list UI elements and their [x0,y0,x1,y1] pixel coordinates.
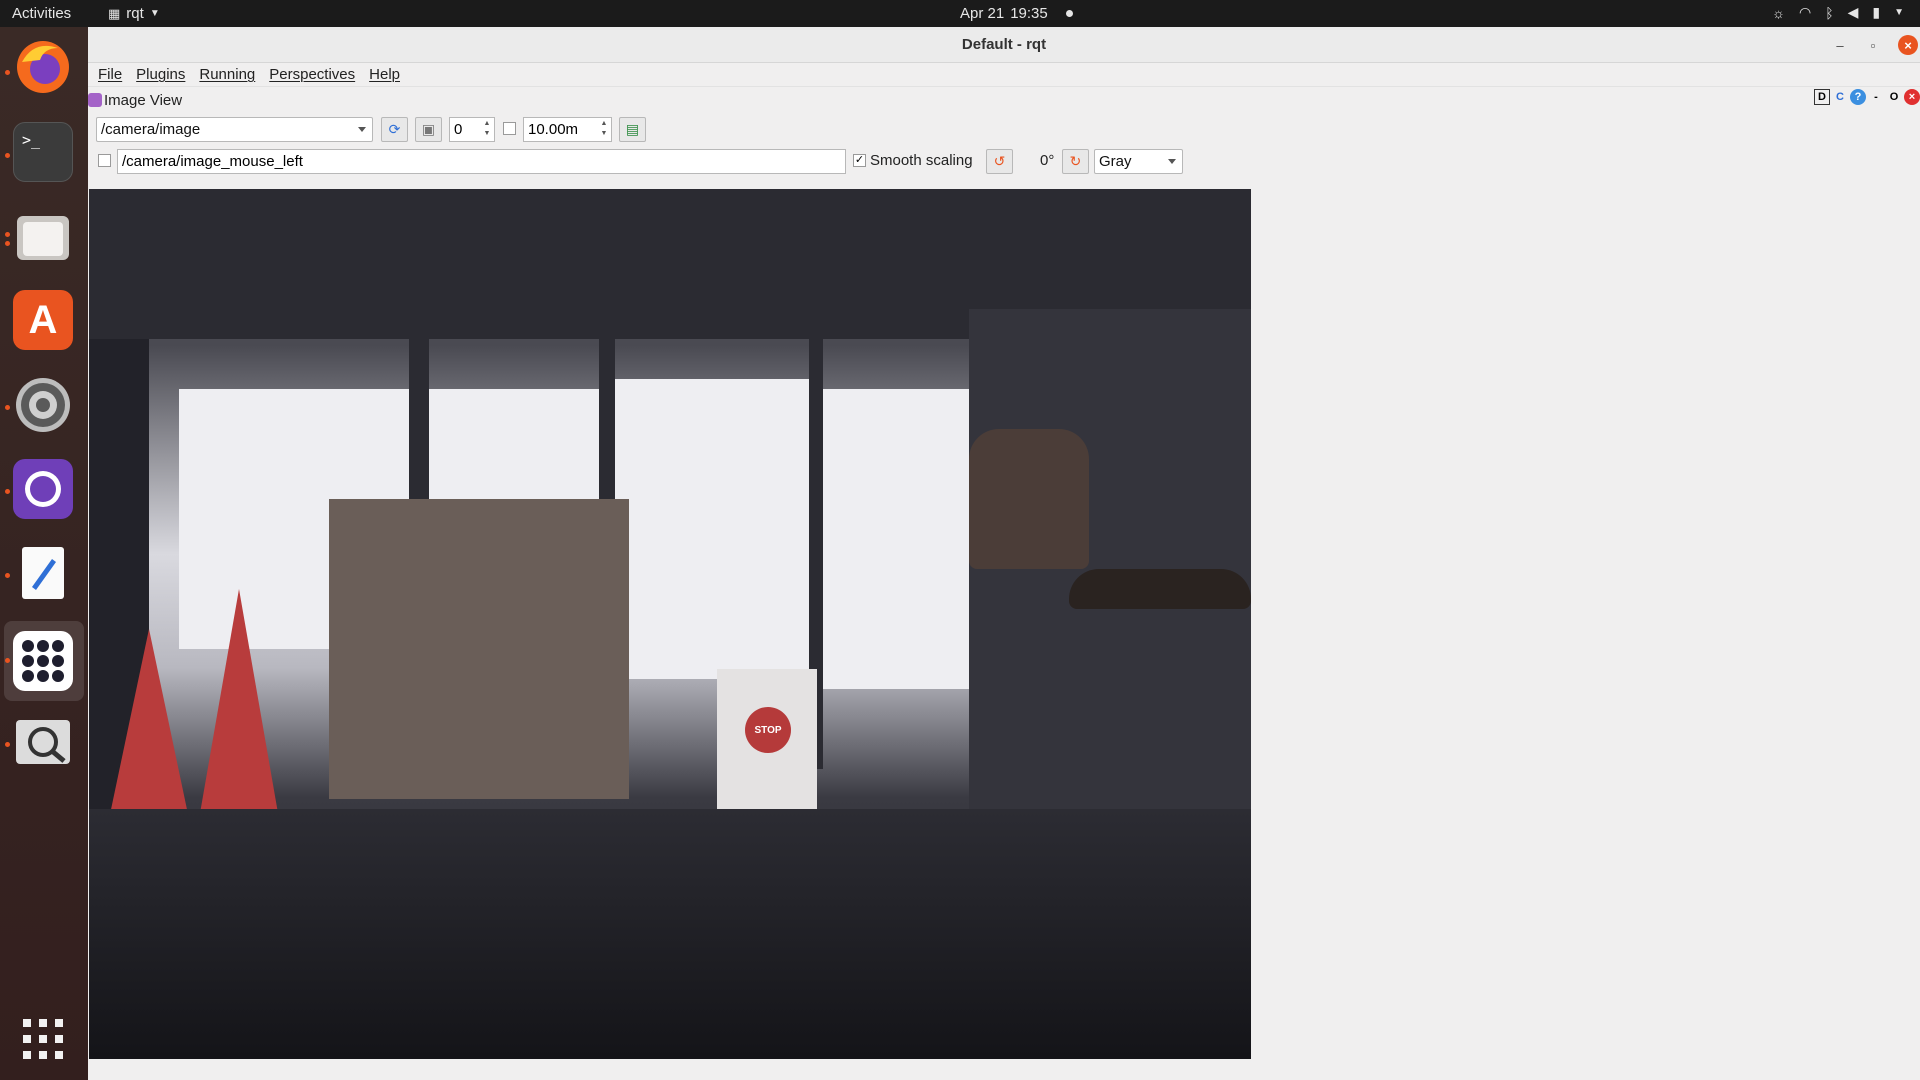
traffic-cone [199,589,279,819]
picture-icon: ▤ [625,121,640,137]
menu-bar: File Plugins Running Perspectives Help [88,63,1920,87]
window-pane [609,379,809,679]
app-menu-label: rqt [126,5,144,22]
image-viewer-icon[interactable] [13,712,73,772]
running-indicator [5,241,10,246]
grid-icon: ▦ [108,5,121,21]
rotate-right-button[interactable]: ↻ [1062,149,1089,174]
files-icon[interactable] [13,206,73,266]
timeout-checkbox[interactable] [503,122,516,135]
chevron-down-icon: ▼ [149,8,160,19]
firefox-icon[interactable] [13,37,73,97]
wifi-icon: ◠ [1798,4,1812,20]
running-indicator [5,573,10,578]
settings-gear-icon[interactable] [13,375,73,435]
running-indicator [5,742,10,747]
duration-spinbox[interactable]: 10.00m ▲ ▼ [523,117,612,142]
spin-arrows-icon[interactable]: ▲ ▼ [599,119,609,140]
chair-back [969,429,1089,569]
running-indicator [5,658,10,663]
smooth-scaling-label: Smooth scaling [870,152,973,169]
menu-running[interactable]: Running [199,66,255,83]
publish-click-checkbox[interactable] [98,154,111,167]
bluetooth-icon: ᛒ [1825,4,1834,21]
save-icon: ▣ [421,121,436,137]
fit-view-button[interactable]: ▤ [619,117,646,142]
menu-perspectives[interactable]: Perspectives [269,66,355,83]
number-spinbox-value: 0 [454,121,463,138]
dock-toggle-button[interactable]: D [1814,89,1830,105]
rotate-left-icon: ↺ [993,153,1006,169]
close-button[interactable]: × [1898,35,1918,55]
notification-dot-icon [1065,10,1073,17]
spin-arrows-icon[interactable]: ▲ ▼ [482,119,492,140]
title-bar[interactable]: Default - rqt – ▫ × [88,27,1920,63]
show-apps-icon[interactable] [13,1009,73,1069]
chevron-down-icon [358,127,366,132]
top-bar: Activities ▦ rqt ▼ Apr 21 19:35 ☼ ◠ ᛒ ◀ … [0,0,1920,27]
number-spinbox[interactable]: 0 ▲ ▼ [449,117,495,142]
rqt-window: Default - rqt – ▫ × File Plugins Running… [88,27,1920,1080]
camera-image-view[interactable]: STOP [89,189,1251,1059]
activities-button[interactable]: Activities [12,5,71,22]
plugin-title: Image View [104,91,183,109]
smooth-scaling-checkbox[interactable]: ✓ [853,154,866,167]
time-label: 19:35 [1010,5,1048,22]
close-plugin-button[interactable]: × [1904,89,1920,105]
volume-icon: ◀ [1847,4,1859,20]
chevron-down-icon [1168,159,1176,164]
system-tray[interactable]: ☼ ◠ ᛒ ◀ ▮ ▼ [1772,4,1904,21]
app-menu[interactable]: ▦ rqt ▼ [108,5,160,22]
image-view-plugin-icon [88,93,102,107]
traffic-cone [109,629,189,819]
app-center-icon[interactable]: A [13,290,73,350]
running-indicator [5,489,10,494]
table-top [1069,569,1251,609]
help-button[interactable]: ? [1850,89,1866,105]
rotate-right-icon: ↻ [1069,153,1082,169]
brightness-icon: ☼ [1772,4,1785,21]
mouse-topic-value: /camera/image_mouse_left [122,153,303,170]
running-indicator [5,405,10,410]
menu-file[interactable]: File [98,66,122,83]
window-pane [819,389,969,689]
save-image-button[interactable]: ▣ [415,117,442,142]
maximize-button[interactable]: ▫ [1863,35,1883,55]
chevron-down-icon: ▼ [1894,7,1904,18]
date-label: Apr 21 [960,5,1005,22]
terminal-icon[interactable]: >_ [13,122,73,182]
plugin-controls: D C ? - O × [1814,89,1920,105]
topic-select-value: /camera/image [101,121,201,138]
refresh-icon: ⟳ [388,121,401,137]
color-scheme-value: Gray [1099,153,1132,170]
rotation-label: 0° [1040,152,1055,169]
github-icon[interactable] [13,459,73,519]
topic-select[interactable]: /camera/image [96,117,373,142]
floor [89,809,1251,1059]
battery-icon: ▮ [1872,4,1881,20]
mouse-topic-field[interactable]: /camera/image_mouse_left [117,149,846,174]
grid-dots-app-icon[interactable] [13,631,73,691]
running-indicator [5,232,10,237]
menu-plugins[interactable]: Plugins [136,66,185,83]
refresh-topics-button[interactable]: ⟳ [381,117,408,142]
stop-sign: STOP [745,707,791,753]
dock: >_ A [0,27,88,1080]
rotate-left-button[interactable]: ↺ [986,149,1013,174]
text-editor-icon[interactable] [13,543,73,603]
plugin-title-bar: Image View [88,89,182,111]
running-indicator [5,70,10,75]
window-title: Default - rqt [961,36,1047,53]
cardboard-box [329,499,629,799]
menu-help[interactable]: Help [369,66,400,83]
duration-spinbox-value: 10.00m [528,121,579,138]
reload-plugin-button[interactable]: C [1832,89,1848,105]
minimize-plugin-button[interactable]: - [1868,89,1884,105]
clock[interactable]: Apr 21 19:35 [960,5,1073,22]
minimize-button[interactable]: – [1830,35,1850,55]
running-indicator [5,153,10,158]
color-scheme-select[interactable]: Gray [1094,149,1183,174]
float-plugin-button[interactable]: O [1886,89,1902,105]
